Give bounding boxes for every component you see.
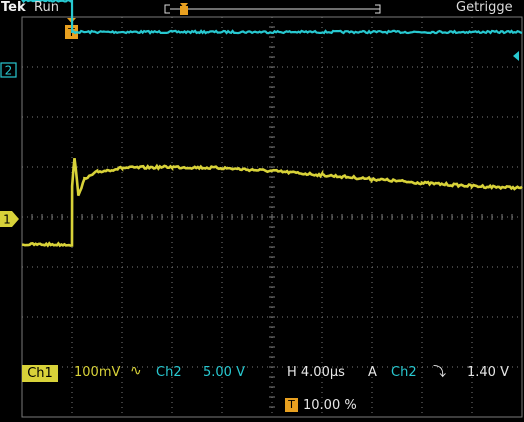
trigger-slope-icon: ⤵	[433, 365, 447, 380]
trigger-source: Ch2	[391, 365, 417, 380]
oscilloscope-display: T 2 1	[0, 0, 523, 418]
ch1-coupling-icon: ∿	[130, 363, 142, 379]
ch1-scale: 100mV	[74, 365, 121, 380]
run-state-label: Run	[34, 0, 59, 15]
trigger-level-arrow-icon[interactable]	[513, 51, 519, 61]
trigger-position-icon: T	[285, 398, 298, 412]
ch1-ground-marker[interactable]: 1	[0, 211, 19, 227]
trigger-position[interactable]: 10.00 %	[303, 399, 357, 412]
ch2-scale: 5.00 V	[203, 365, 245, 380]
trigger-mode: A	[368, 365, 377, 380]
ch2-label[interactable]: Ch2	[156, 366, 182, 379]
trigger-position-bar	[164, 3, 381, 15]
ch1-marker-label: 1	[3, 213, 11, 227]
horizontal-scale[interactable]: H 4.00µs	[287, 366, 345, 379]
brand-label: Tek	[1, 0, 26, 15]
ch2-marker-label: 2	[5, 64, 13, 78]
ch2-ground-marker[interactable]: 2	[0, 62, 17, 78]
graticule	[21, 16, 523, 418]
trigger-status-label: Getrigge	[456, 0, 513, 15]
trigger-level: 1.40 V	[467, 365, 509, 380]
ch1-label-box[interactable]: Ch1	[22, 365, 58, 382]
